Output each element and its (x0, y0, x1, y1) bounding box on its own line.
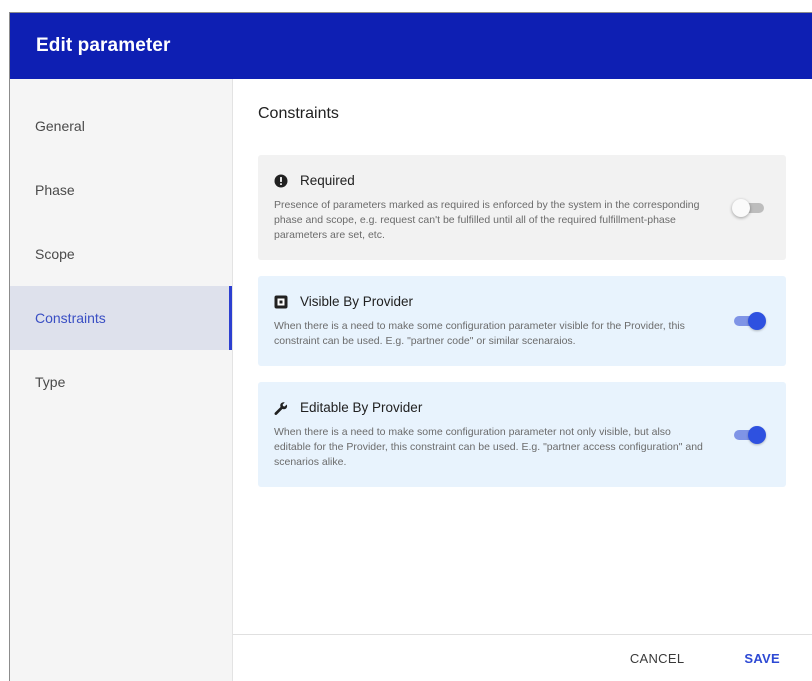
dialog-title: Edit parameter (36, 35, 171, 56)
toggle-thumb (732, 198, 750, 217)
main-panel: Constraints Required Presence of paramet… (233, 79, 812, 681)
card-title: Visible By Provider (300, 294, 414, 309)
card-title: Required (300, 173, 355, 188)
sidebar-item-phase[interactable]: Phase (10, 158, 232, 222)
sidebar-item-general[interactable]: General (10, 94, 232, 158)
provider-badge-icon (274, 295, 288, 309)
card-title: Editable By Provider (300, 400, 423, 415)
card-description: Presence of parameters marked as require… (274, 199, 700, 241)
constraint-card-editable-by-provider: Editable By Provider When there is a nee… (258, 382, 786, 487)
card-description: When there is a need to make some config… (274, 320, 685, 347)
card-header: Visible By Provider (274, 294, 768, 309)
dialog-footer: CANCEL SAVE (233, 634, 812, 681)
toggle-thumb (748, 312, 766, 330)
dialog-header: Edit parameter (10, 13, 812, 79)
sidebar-nav: General Phase Scope Constraints Type (10, 79, 233, 681)
wrench-icon (274, 401, 288, 415)
card-header: Editable By Provider (274, 400, 768, 415)
constraint-card-visible-by-provider: Visible By Provider When there is a need… (258, 276, 786, 366)
section-title: Constraints (258, 105, 339, 122)
sidebar-item-type[interactable]: Type (10, 350, 232, 414)
exclamation-circle-icon (274, 174, 288, 188)
editable-by-provider-toggle[interactable] (732, 425, 768, 445)
cancel-button[interactable]: CANCEL (630, 651, 685, 666)
sidebar-item-constraints[interactable]: Constraints (10, 286, 232, 350)
dialog-body: General Phase Scope Constraints Type Con… (10, 79, 812, 681)
visible-by-provider-toggle[interactable] (732, 311, 768, 331)
toggle-thumb (748, 425, 766, 444)
edit-parameter-dialog: Edit parameter General Phase Scope Const… (9, 12, 812, 681)
constraints-content: Constraints Required Presence of paramet… (233, 79, 812, 487)
save-button[interactable]: SAVE (744, 651, 780, 666)
card-description: When there is a need to make some config… (274, 426, 703, 468)
constraint-card-required: Required Presence of parameters marked a… (258, 155, 786, 260)
required-toggle[interactable] (732, 198, 768, 218)
card-header: Required (274, 173, 768, 188)
sidebar-item-scope[interactable]: Scope (10, 222, 232, 286)
